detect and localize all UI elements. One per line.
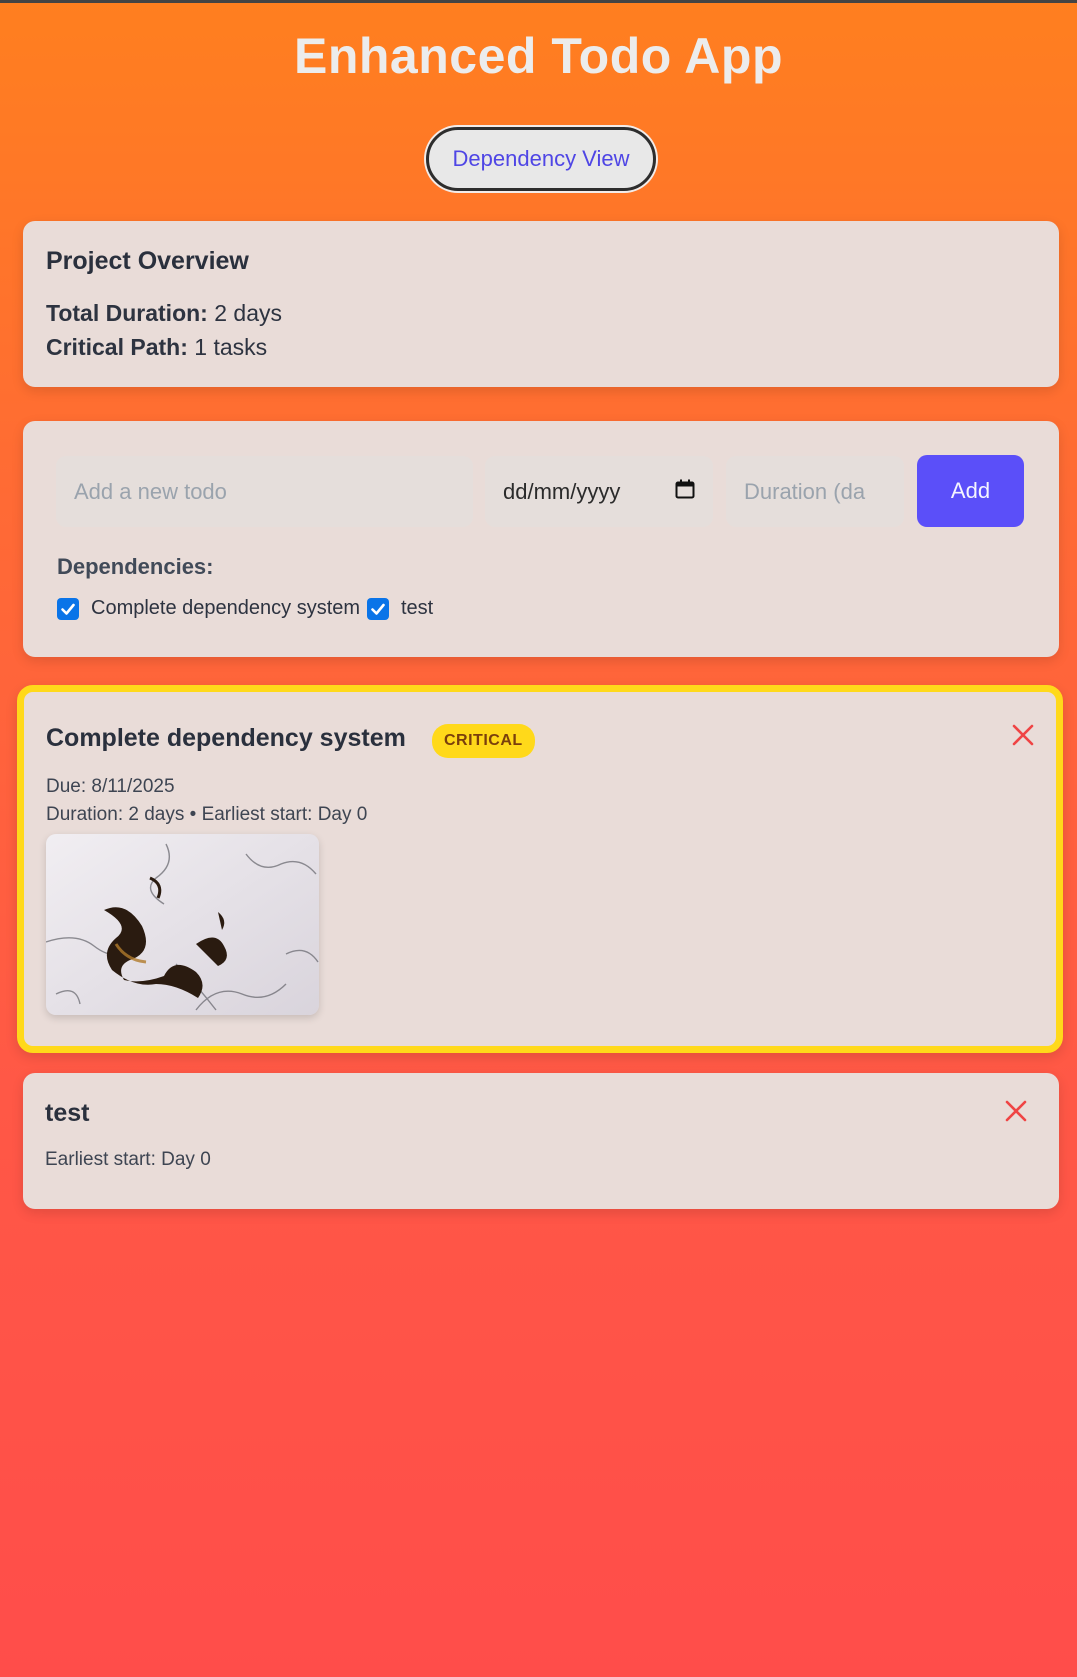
close-icon[interactable] bbox=[1004, 1099, 1028, 1128]
total-duration-value: 2 days bbox=[214, 300, 282, 326]
todo-card-critical: Complete dependency system CRITICAL Due:… bbox=[17, 685, 1063, 1053]
dependency-checkbox[interactable] bbox=[367, 597, 389, 620]
todo-input-placeholder: Add a new todo bbox=[74, 478, 227, 504]
date-input-placeholder: dd/mm/yyyy bbox=[503, 478, 621, 504]
app-title: Enhanced Todo App bbox=[293, 28, 784, 84]
todo-due-date: Due: 8/11/2025 bbox=[46, 776, 175, 797]
project-overview-card: Project Overview Total Duration: 2 days … bbox=[23, 221, 1059, 387]
critical-path-row: Critical Path: 1 tasks bbox=[46, 330, 1036, 364]
critical-badge: CRITICAL bbox=[432, 724, 535, 758]
todo-input[interactable]: Add a new todo bbox=[56, 456, 473, 527]
dependencies-label: Dependencies: bbox=[57, 554, 214, 579]
due-date-input[interactable]: dd/mm/yyyy bbox=[485, 456, 713, 527]
todo-details: Duration: 2 days • Earliest start: Day 0 bbox=[46, 804, 368, 825]
add-todo-form: Add a new todo dd/mm/yyyy Duration (da A… bbox=[23, 421, 1059, 657]
critical-path-label: Critical Path: bbox=[46, 334, 188, 360]
critical-path-value: 1 tasks bbox=[194, 334, 268, 360]
dependency-label: Complete dependency system bbox=[91, 597, 361, 619]
duration-input[interactable]: Duration (da bbox=[726, 456, 904, 527]
todo-card: test Earliest start: Day 0 bbox=[23, 1073, 1059, 1209]
dependency-view-button[interactable]: Dependency View bbox=[426, 127, 656, 191]
duration-input-placeholder: Duration (da bbox=[744, 478, 866, 504]
add-button[interactable]: Add bbox=[917, 455, 1024, 527]
dependency-option[interactable]: Complete dependency system bbox=[57, 597, 360, 620]
dependency-checkbox[interactable] bbox=[57, 597, 79, 620]
todo-title: test bbox=[45, 1099, 90, 1127]
check-icon bbox=[371, 603, 385, 615]
todo-image bbox=[46, 834, 319, 1015]
total-duration-label: Total Duration: bbox=[46, 300, 208, 326]
todo-title: Complete dependency system bbox=[46, 724, 406, 752]
check-icon bbox=[61, 603, 75, 615]
todo-details: Earliest start: Day 0 bbox=[45, 1149, 211, 1170]
calendar-icon[interactable] bbox=[675, 479, 695, 505]
overview-heading: Project Overview bbox=[46, 247, 249, 275]
close-icon[interactable] bbox=[1011, 723, 1035, 752]
total-duration-row: Total Duration: 2 days bbox=[46, 296, 1036, 330]
dependency-label: test bbox=[401, 597, 434, 619]
dependency-option[interactable]: test bbox=[367, 597, 433, 620]
